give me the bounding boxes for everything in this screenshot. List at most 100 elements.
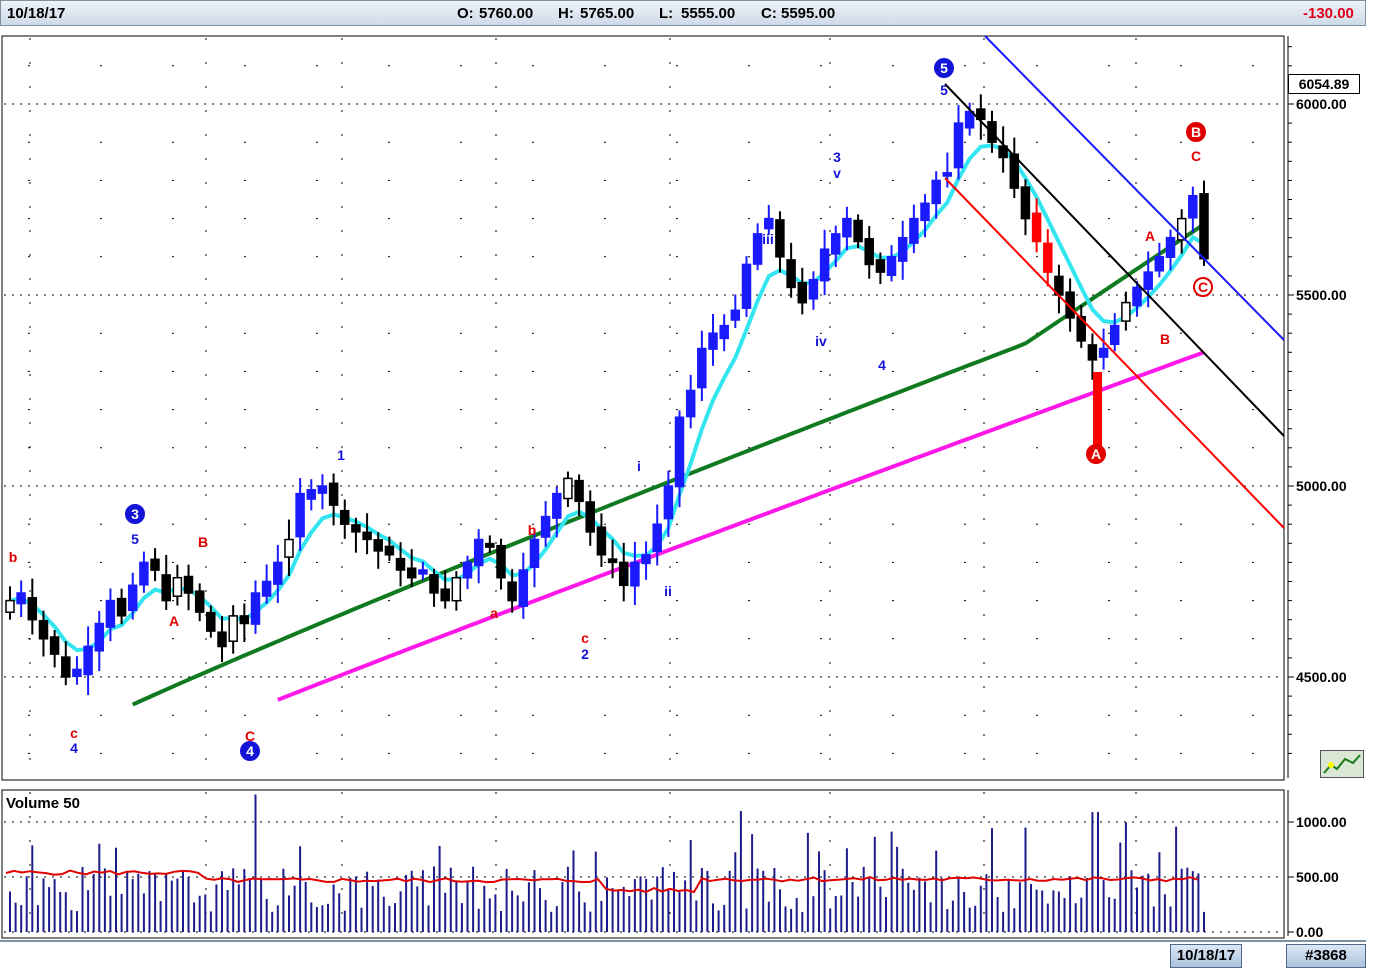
- candle-body: [909, 217, 919, 244]
- candle-body: [228, 615, 238, 642]
- candle-body: [764, 217, 774, 230]
- wave-label: b: [528, 522, 537, 538]
- candle-body: [1087, 344, 1098, 361]
- wave-label: 1: [337, 447, 345, 463]
- candle-body: [886, 256, 897, 277]
- candle-body: [875, 259, 886, 273]
- candle-body: [183, 575, 194, 594]
- candle-body: [373, 539, 383, 552]
- wave-label: A: [169, 613, 179, 629]
- price-panel: [1, 35, 1285, 781]
- candle-body: [685, 389, 696, 418]
- candle-body: [261, 580, 272, 597]
- candle-body: [496, 544, 506, 579]
- candle-body: [1020, 186, 1031, 220]
- last-price-flag: 6054.89: [1288, 74, 1360, 94]
- candle-body: [1188, 194, 1198, 219]
- candle-body: [418, 569, 428, 575]
- volume-tick-label: 1000.00: [1296, 814, 1347, 830]
- candle-body: [5, 599, 15, 613]
- candle-body: [663, 485, 674, 520]
- wave-label: v: [833, 165, 841, 181]
- wave-label: 4: [878, 357, 886, 373]
- candle-body: [150, 558, 160, 571]
- candle-body: [741, 263, 752, 309]
- candle-body: [630, 561, 640, 587]
- candle-body: [1199, 193, 1209, 260]
- price-chart[interactable]: MarAprMayJunJulAugSepOct6000.005500.0050…: [0, 0, 1400, 970]
- candle-body: [596, 526, 607, 556]
- candle-body: [72, 668, 82, 678]
- wave-label: ii: [664, 583, 672, 599]
- candle-body: [429, 574, 439, 594]
- wave-label: c: [70, 725, 78, 741]
- wave-label: iv: [815, 333, 827, 349]
- price-tick-label: 6000.00: [1296, 96, 1347, 112]
- candle-body: [708, 332, 718, 350]
- wave-label: 3: [833, 149, 841, 165]
- candle-body: [775, 219, 785, 258]
- candle-body: [931, 179, 941, 205]
- candle-body: [284, 538, 294, 558]
- candle-body: [384, 545, 395, 556]
- candle-body: [618, 561, 629, 587]
- candle-body: [161, 574, 171, 602]
- candle-body: [897, 236, 908, 262]
- candle-body: [351, 524, 361, 533]
- candle-body: [16, 592, 26, 605]
- volume-title: Volume 50: [6, 795, 80, 812]
- candle-body: [1109, 324, 1120, 346]
- candle-body: [317, 485, 328, 494]
- candle-body: [328, 482, 339, 506]
- candle-body: [395, 557, 406, 571]
- candle-body: [607, 558, 618, 564]
- volume-tick-label: 0.00: [1296, 924, 1323, 940]
- wave-label: a: [490, 605, 498, 621]
- price-tick-label: 4500.00: [1296, 669, 1347, 685]
- candle-body: [652, 523, 662, 553]
- time-axis: [0, 940, 1366, 970]
- candle-body: [853, 219, 863, 243]
- candle-body: [1165, 236, 1176, 258]
- candle-body: [797, 281, 808, 304]
- candle-body: [217, 631, 227, 648]
- candle-body: [306, 489, 317, 500]
- candle-body: [116, 597, 127, 617]
- candle-body: [440, 588, 450, 602]
- candle-body: [295, 492, 305, 538]
- price-tick-label: 5000.00: [1296, 478, 1347, 494]
- candle-body: [451, 576, 462, 602]
- candle-body: [674, 416, 685, 488]
- candle-body: [552, 492, 562, 519]
- candle-body: [574, 479, 584, 503]
- candle-body: [485, 542, 495, 548]
- wave-label: b: [9, 549, 18, 565]
- candle-body: [38, 619, 49, 640]
- price-tick-label: 5500.00: [1296, 287, 1347, 303]
- candle-body: [830, 233, 841, 255]
- wave-label: 2: [581, 646, 589, 662]
- wave-label: 5: [940, 82, 948, 98]
- candle-body: [730, 309, 741, 321]
- wave-label: 5: [940, 60, 948, 76]
- candle-body: [942, 172, 953, 177]
- candle-body: [239, 615, 250, 625]
- wave-label: B: [198, 534, 208, 550]
- candle-body: [1031, 212, 1042, 243]
- candle-body: [139, 561, 149, 586]
- symbol-box[interactable]: #3868: [1286, 944, 1366, 968]
- wave-label: A: [1091, 446, 1101, 462]
- wave-label: 4: [70, 740, 78, 756]
- chart-settings-icon[interactable]: [1320, 750, 1364, 778]
- candle-body: [49, 636, 60, 655]
- candle-body: [518, 569, 529, 607]
- candle-body: [462, 561, 473, 579]
- candle-body: [920, 202, 930, 222]
- candle-body: [172, 576, 183, 597]
- wave-label: B: [1160, 331, 1170, 347]
- candle-body: [1154, 256, 1165, 272]
- candle-body: [206, 611, 216, 632]
- candle-body: [1132, 286, 1142, 307]
- candle-body: [61, 656, 71, 678]
- wave-label: A: [1145, 228, 1155, 244]
